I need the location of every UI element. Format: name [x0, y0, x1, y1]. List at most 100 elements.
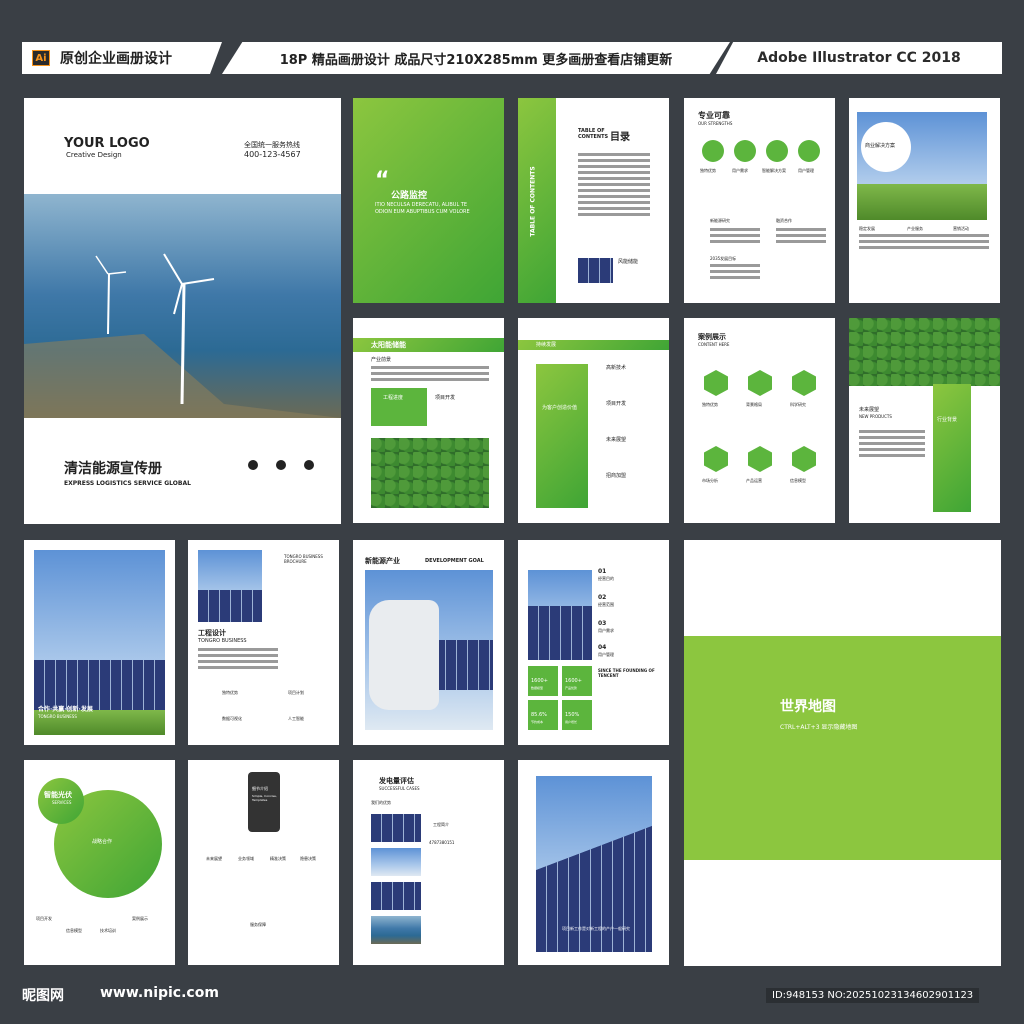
- strength-icon-4: [798, 140, 820, 162]
- p15-center: 战略合作: [92, 839, 113, 845]
- page-solar-storage: 太阳能储能 产业前景 工程进度 项目开发: [353, 318, 504, 523]
- p4-sub: OUR STRENGTHS: [698, 121, 733, 126]
- p15-sub: SERVICES: [52, 800, 72, 805]
- p16-item-2: 业务领域: [238, 856, 254, 861]
- p18-caption: 项目新工作是对新工程的产户一般研究: [562, 926, 630, 931]
- toc-photo: [578, 258, 613, 283]
- p4-item-2: 融资合作: [776, 218, 792, 223]
- p11-item-3: 数据可视化: [222, 716, 242, 721]
- page-highway-monitor: “ 公路监控 ITIO NECULSA DERECATU, ALIBUL TE …: [353, 98, 504, 303]
- p13-num-1: 01: [598, 568, 607, 575]
- page-solar-sky: 项目新工作是对新工程的产户一般研究: [518, 760, 669, 965]
- p5-col-3: 营销活动: [953, 226, 969, 231]
- toc-caption: 风能储能: [618, 259, 639, 265]
- p13-num-3: 03: [598, 620, 607, 627]
- p9-forest-photo: [849, 318, 1000, 386]
- p11-brand: TONGRO BUSINESS BROCHURE: [284, 554, 323, 564]
- p13-stat-label-3: 节约成本: [531, 720, 544, 724]
- wechat-icon: [304, 460, 314, 470]
- p17-label: 我们的优势: [371, 800, 391, 805]
- p11-text: [198, 648, 278, 672]
- case-icon-4: [704, 446, 728, 472]
- p4-item-3: 2035发展目标: [710, 256, 737, 261]
- case-icon-3: [792, 370, 816, 396]
- p4-title: 专业可靠: [698, 111, 730, 120]
- car-icon: [369, 600, 439, 710]
- p7-item-2: 项目开发: [606, 401, 627, 407]
- page-business-solution: 商业解决方案 稳定发展 产业服务 营销活动: [849, 98, 1000, 303]
- p18-solar-panels: [536, 826, 652, 952]
- p9-box: [933, 384, 971, 512]
- strength-label-3: 智能解决方案: [762, 168, 786, 173]
- p2-body: ITIO NECULSA DERECATU, ALIBUL TE ODION E…: [375, 202, 470, 215]
- p17-photo-2: [371, 848, 421, 876]
- p7-item-1: 高新技术: [606, 365, 627, 371]
- p13-stat-label-2: 产品优势: [565, 686, 578, 690]
- p6-box-label: 工程进度: [383, 395, 404, 401]
- footer-url[interactable]: www.nipic.com: [100, 985, 219, 1001]
- page-world-map: 世界地图 CTRL+ALT+3 显示隐藏地图: [684, 540, 1001, 966]
- banner-left: Ai 原创企业画册设计: [22, 42, 222, 74]
- p9-box-label: 行业背景: [937, 417, 958, 423]
- p13-heading: SINCE THE FOUNDING OF TENCENT: [598, 668, 655, 678]
- page-strengths: 专业可靠 OUR STRENGTHS 独特优势 用户需求 智能解决方案 用户管理…: [684, 98, 835, 303]
- cover-subtitle: EXPRESS LOGISTICS SERVICE GLOBAL: [64, 480, 191, 487]
- toc-vertical-text: TABLE OF CONTENTS: [529, 166, 537, 237]
- toc-side-bar: [518, 98, 556, 303]
- p4-item-1: 新能源研究: [710, 218, 730, 223]
- p4-text-2: [776, 228, 826, 246]
- banner-left-text: 原创企业画册设计: [60, 51, 172, 67]
- page-founding: 01 02 03 04 经营目的 经营范围 用户需求 用户管理 1600+ 16…: [518, 540, 669, 745]
- p16-phone-sub: Simple, Concise, Templates: [252, 794, 277, 802]
- p12-solar-panels: [435, 640, 493, 690]
- toc-title: 目录: [610, 132, 630, 143]
- p17-photo-4: [371, 916, 421, 944]
- p5-grass: [857, 184, 987, 220]
- p10-caption: 合作·共赢·创新·发展: [38, 706, 93, 713]
- banner-right: Adobe Illustrator CC 2018: [716, 42, 1002, 74]
- p15-item-1: 项目开发: [36, 916, 52, 921]
- p13-solar-panels: [528, 606, 592, 660]
- case-icon-2: [748, 370, 772, 396]
- p16-item-1: 未来展望: [206, 856, 222, 861]
- p8-sub: CONTENT HERE: [698, 342, 730, 347]
- wind-turbine-icon: [24, 253, 341, 418]
- strength-label-1: 独特优势: [700, 168, 716, 173]
- strength-icon-3: [766, 140, 788, 162]
- p10-solar-panels: [34, 660, 165, 710]
- page-smart-pv: 智能光伏 SERVICES 战略合作 项目开发 信息模型 技术培训 案例展示: [24, 760, 175, 965]
- page-power-assessment: 发电量评估 SUCCESSFUL CASES 我们的优势 工程简介 478738…: [353, 760, 504, 965]
- p7-item-3: 未来展望: [606, 437, 627, 443]
- p4-text-3: [710, 264, 760, 282]
- p16-item-3: 精准决策: [270, 856, 286, 861]
- strength-icon-2: [734, 140, 756, 162]
- p16-bottom: 服务保障: [250, 922, 266, 927]
- case-icon-6: [792, 446, 816, 472]
- phone-icon: [248, 460, 258, 470]
- p11-item-1: 独特优势: [222, 690, 238, 695]
- cover-hotline: 全国统一服务热线: [244, 141, 300, 149]
- p11-item-2: 项目计划: [288, 690, 304, 695]
- mail-icon: [276, 460, 286, 470]
- p7-title: 持续发展: [536, 342, 557, 348]
- p13-stat-4: 150%: [565, 712, 580, 718]
- strength-label-4: 用户管理: [798, 168, 814, 173]
- p7-box-label: 为客户创造价值: [542, 405, 578, 411]
- p15-title: 智能光伏: [44, 791, 72, 799]
- p16-phone-title: 细节介绍: [252, 786, 268, 791]
- p6-side: 项目开发: [435, 395, 456, 401]
- phone-icon-mockup: [248, 772, 280, 832]
- p15-item-4: 案例展示: [132, 916, 148, 921]
- p12-ev-photo: [365, 570, 493, 730]
- case-label-3: 科学研究: [790, 402, 806, 407]
- p13-stat-1: 1600+: [531, 678, 548, 684]
- p5-col-1: 稳定发展: [859, 226, 875, 231]
- strength-icon-1: [702, 140, 724, 162]
- page-cases: 案例展示 CONTENT HERE 独特优势 背景格局 科学研究 市场分析 产品…: [684, 318, 835, 523]
- p6-title: 太阳能储能: [371, 341, 406, 349]
- map-green-band: [684, 636, 1001, 860]
- cover-title: 清洁能源宣传册: [64, 461, 162, 477]
- p12-sub: DEVELOPMENT GOAL: [425, 558, 484, 564]
- p11-solar-panels: [198, 590, 262, 622]
- p15-item-2: 信息模型: [66, 928, 82, 933]
